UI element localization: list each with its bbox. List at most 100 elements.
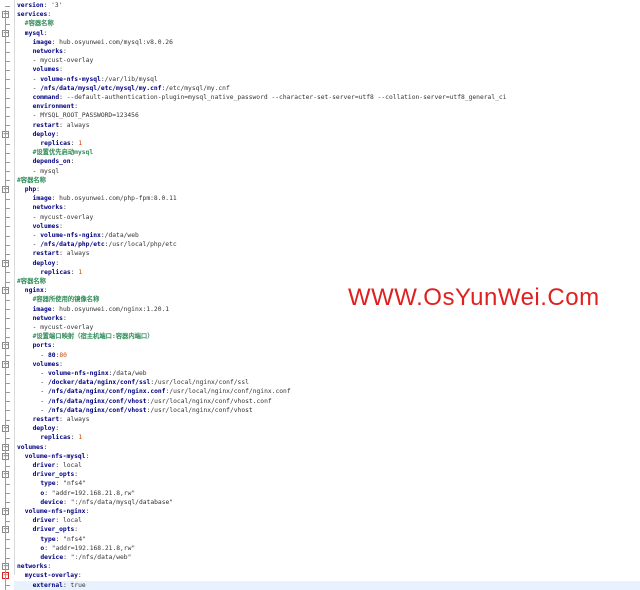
- code-line[interactable]: services:: [14, 10, 640, 19]
- code-line[interactable]: deploy:: [14, 259, 640, 268]
- code-line[interactable]: - mycust-overlay: [14, 56, 640, 65]
- yaml-key: restart: [32, 121, 60, 129]
- code-line[interactable]: - /nfs/data/nginx/conf/vhost:/usr/local/…: [14, 397, 640, 406]
- code-line[interactable]: replicas: 1: [14, 139, 640, 148]
- code-line[interactable]: command: --default-authentication-plugin…: [14, 93, 640, 102]
- yaml-key: volumes: [32, 222, 60, 230]
- yaml-value: always: [66, 416, 90, 423]
- code-line[interactable]: image: hub.osyunwei.com/php-fpm:8.0.11: [14, 194, 640, 203]
- code-line[interactable]: mycust-overlay:: [14, 571, 640, 580]
- colon: :: [59, 416, 67, 423]
- code-line[interactable]: device: ":/nfs/data/web": [14, 553, 640, 562]
- code-line[interactable]: volumes:: [14, 65, 640, 74]
- code-line[interactable]: environment:: [14, 102, 640, 111]
- code-line[interactable]: replicas: 1: [14, 433, 640, 442]
- code-line[interactable]: device: ":/nfs/data/mysql/database": [14, 498, 640, 507]
- yaml-key: driver: [32, 517, 56, 525]
- yaml-comment: #容器所使用的镜像名称: [32, 296, 100, 304]
- yaml-key: device: [40, 554, 64, 561]
- yaml-value: mysql: [40, 167, 60, 175]
- code-line[interactable]: #设置端口映射（宿主机端口:容器内端口）: [14, 332, 640, 341]
- yaml-value: /etc/mysql/my.cnf: [165, 84, 230, 92]
- yaml-key: restart: [32, 250, 60, 258]
- code-line[interactable]: driver_opts:: [14, 470, 640, 479]
- yaml-key: restart: [32, 416, 60, 423]
- code-line[interactable]: restart: always: [14, 249, 640, 258]
- colon: :: [63, 554, 71, 561]
- yaml-key: volume-nfs-mysql: [40, 75, 101, 83]
- code-line[interactable]: volume-nfs-nginx:: [14, 507, 640, 516]
- yaml-key: /nfs/data/php/etc: [40, 241, 105, 249]
- code-line[interactable]: restart: always: [14, 415, 640, 424]
- yaml-key: device: [40, 498, 64, 506]
- yaml-value: ":/nfs/data/web": [70, 554, 132, 561]
- code-line[interactable]: - volume-nfs-mysql:/var/lib/mysql: [14, 75, 640, 84]
- code-line[interactable]: version: '3': [14, 1, 640, 10]
- yaml-value: mycust-overlay: [40, 57, 94, 65]
- code-line[interactable]: depends_on:: [14, 157, 640, 166]
- code-line[interactable]: - /nfs/data/mysql/etc/mysql/my.cnf:/etc/…: [14, 84, 640, 93]
- yaml-key: /nfs/data/mysql/etc/mysql/my.cnf: [40, 84, 162, 92]
- code-line[interactable]: volumes:: [14, 222, 640, 231]
- code-line[interactable]: driver: local: [14, 516, 640, 525]
- colon: :: [51, 342, 56, 350]
- yaml-key: type: [40, 480, 56, 488]
- code-line[interactable]: volumes:: [14, 443, 640, 452]
- code-line[interactable]: - volume-nfs-nginx:/data/web: [14, 369, 640, 378]
- code-line[interactable]: - /nfs/data/php/etc:/usr/local/php/etc: [14, 240, 640, 249]
- fold-guide-tick: [5, 5, 10, 7]
- yaml-key: php: [24, 186, 37, 193]
- colon: :: [74, 471, 79, 479]
- colon: :: [62, 48, 67, 55]
- list-dash: -: [40, 388, 48, 396]
- code-line[interactable]: networks:: [14, 562, 640, 571]
- code-line[interactable]: volume-nfs-mysql:: [14, 452, 640, 461]
- code-line[interactable]: php:: [14, 185, 640, 194]
- code-line[interactable]: driver_opts:: [14, 525, 640, 534]
- code-line[interactable]: - 80:80: [14, 351, 640, 360]
- code-line[interactable]: deploy:: [14, 130, 640, 139]
- code-line[interactable]: #设置优先启动mysql: [14, 148, 640, 157]
- code-line[interactable]: volumes:: [14, 360, 640, 369]
- code-line[interactable]: #容器名称: [14, 176, 640, 185]
- yaml-key: version: [17, 2, 44, 9]
- yaml-key: mycust-overlay: [24, 572, 78, 580]
- code-line[interactable]: - mycust-overlay: [14, 323, 640, 332]
- code-line[interactable]: o: "addr=192.168.21.8,rw": [14, 489, 640, 498]
- colon: :: [44, 544, 52, 552]
- fold-guide-line: [5, 10, 6, 590]
- yaml-value: true: [70, 581, 86, 589]
- code-line[interactable]: - /nfs/data/nginx/conf/vhost:/usr/local/…: [14, 406, 640, 415]
- yaml-key: /docker/data/nginx/conf/ssl: [47, 379, 151, 387]
- yaml-key: deploy: [32, 425, 56, 433]
- code-line[interactable]: type: "nfs4": [14, 535, 640, 544]
- yaml-value: /var/lib/mysql: [104, 75, 158, 83]
- code-line[interactable]: - mysql: [14, 167, 640, 176]
- code-line[interactable]: type: "nfs4": [14, 479, 640, 488]
- code-line[interactable]: #容器名称: [14, 19, 640, 28]
- code-line[interactable]: networks:: [14, 314, 640, 323]
- code-line[interactable]: ports:: [14, 341, 640, 350]
- code-line[interactable]: image: hub.osyunwei.com/mysql:v8.0.26: [14, 38, 640, 47]
- colon: :: [77, 572, 82, 580]
- code-line[interactable]: driver: local: [14, 461, 640, 470]
- code-line[interactable]: - volume-nfs-nginx:/data/web: [14, 231, 640, 240]
- code-line[interactable]: - MYSQL_ROOT_PASSWORD=123456: [14, 111, 640, 120]
- code-line[interactable]: deploy:: [14, 424, 640, 433]
- code-line[interactable]: - /nfs/data/nginx/conf/nginx.conf:/usr/l…: [14, 387, 640, 396]
- code-line[interactable]: restart: always: [14, 121, 640, 130]
- code-line[interactable]: o: "addr=192.168.21.8,rw": [14, 544, 640, 553]
- yaml-value: /usr/local/nginx/conf/vhost: [150, 406, 253, 414]
- colon: :: [59, 94, 67, 101]
- yaml-key: volumes: [32, 360, 60, 368]
- code-line[interactable]: mysql:: [14, 29, 640, 38]
- code-line[interactable]: replicas: 1: [14, 268, 640, 277]
- code-line[interactable]: - mycust-overlay: [14, 213, 640, 222]
- code-line[interactable]: networks:: [14, 47, 640, 56]
- yaml-value: /usr/local/nginx/conf/nginx.conf: [169, 388, 291, 396]
- code-line[interactable]: networks:: [14, 203, 640, 212]
- code-line[interactable]: external: true: [14, 580, 640, 590]
- yaml-value: "nfs4": [63, 480, 86, 488]
- colon: :: [47, 563, 52, 571]
- code-line[interactable]: - /docker/data/nginx/conf/ssl:/usr/local…: [14, 378, 640, 387]
